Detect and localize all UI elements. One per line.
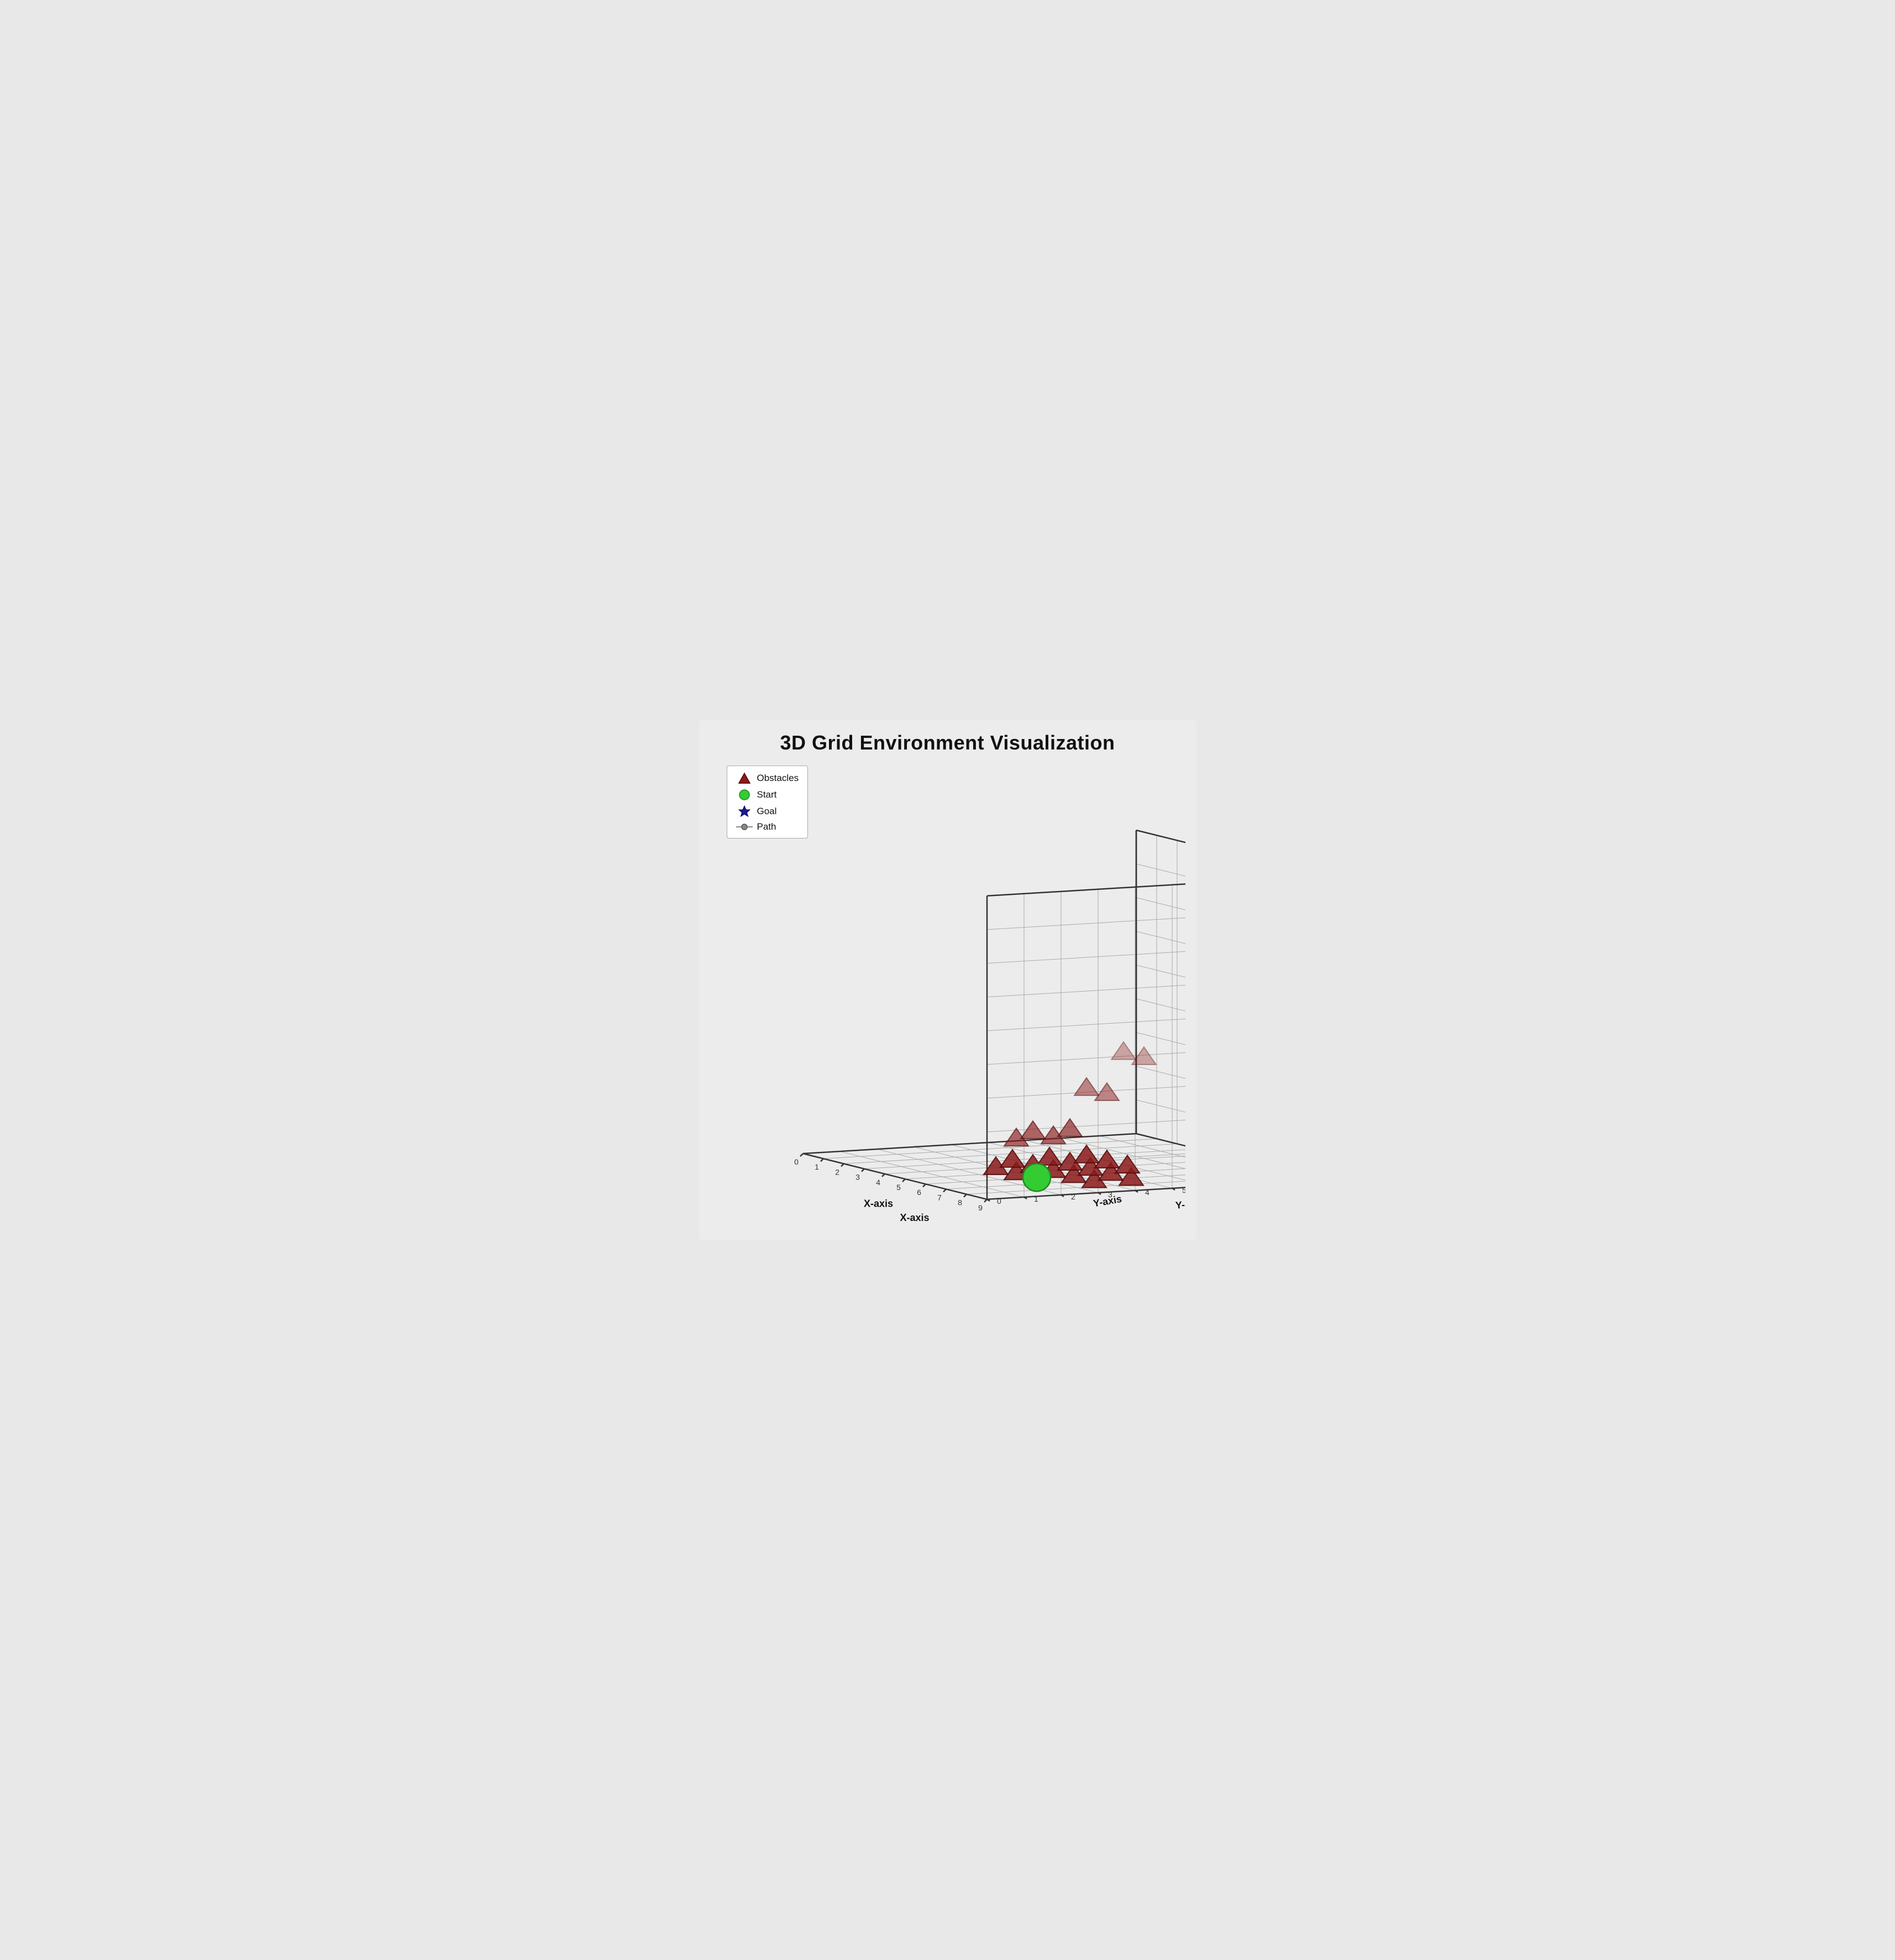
svg-text:9: 9 <box>978 1203 983 1212</box>
legend-item-path: Path <box>736 821 799 832</box>
obstacle-triangle <box>1115 1155 1140 1173</box>
svg-text:7: 7 <box>937 1193 942 1202</box>
svg-text:0: 0 <box>997 1197 1001 1206</box>
svg-text:4: 4 <box>1145 1188 1149 1197</box>
legend-item-goal: Goal <box>736 805 799 818</box>
goal-icon <box>736 805 753 818</box>
legend-goal-label: Goal <box>757 806 777 817</box>
legend-item-start: Start <box>736 788 799 801</box>
legend-box: Obstacles Start Goal <box>727 766 809 838</box>
path-icon <box>736 822 753 831</box>
obstacle-triangle <box>1074 1145 1099 1163</box>
y-axis-label: Y-axis <box>1092 1193 1122 1209</box>
svg-text:1: 1 <box>815 1162 819 1171</box>
svg-text:5: 5 <box>896 1183 901 1192</box>
svg-text:0: 0 <box>794 1157 799 1166</box>
legend-path-label: Path <box>757 821 776 832</box>
svg-text:8: 8 <box>958 1198 962 1207</box>
svg-text:4: 4 <box>876 1178 880 1187</box>
start-marker <box>1023 1164 1051 1191</box>
legend-start-label: Start <box>757 789 777 800</box>
x-axis-label: X-axis <box>900 1212 929 1223</box>
svg-text:2: 2 <box>835 1167 839 1176</box>
obstacle-triangle <box>1111 1042 1136 1060</box>
legend-obstacles-label: Obstacles <box>757 773 799 784</box>
svg-text:5: 5 <box>1182 1186 1185 1194</box>
obstacles-icon <box>736 772 753 785</box>
svg-text:2: 2 <box>1071 1192 1075 1201</box>
svg-text:Y-axis: Y-axis <box>1175 1197 1185 1210</box>
start-icon <box>736 788 753 801</box>
chart-area: Obstacles Start Goal <box>710 760 1185 1229</box>
obstacle-triangle <box>1037 1147 1062 1165</box>
svg-text:1: 1 <box>1034 1194 1038 1203</box>
obstacle-triangle <box>1074 1078 1099 1096</box>
svg-text:X-axis: X-axis <box>863 1198 893 1209</box>
svg-text:3: 3 <box>855 1173 860 1182</box>
chart-container: 3D Grid Environment Visualization Obstac… <box>699 720 1196 1240</box>
svg-text:6: 6 <box>917 1188 921 1197</box>
chart-title: 3D Grid Environment Visualization <box>780 731 1115 754</box>
obstacle-triangle <box>1000 1150 1025 1167</box>
legend-item-obstacles: Obstacles <box>736 772 799 785</box>
